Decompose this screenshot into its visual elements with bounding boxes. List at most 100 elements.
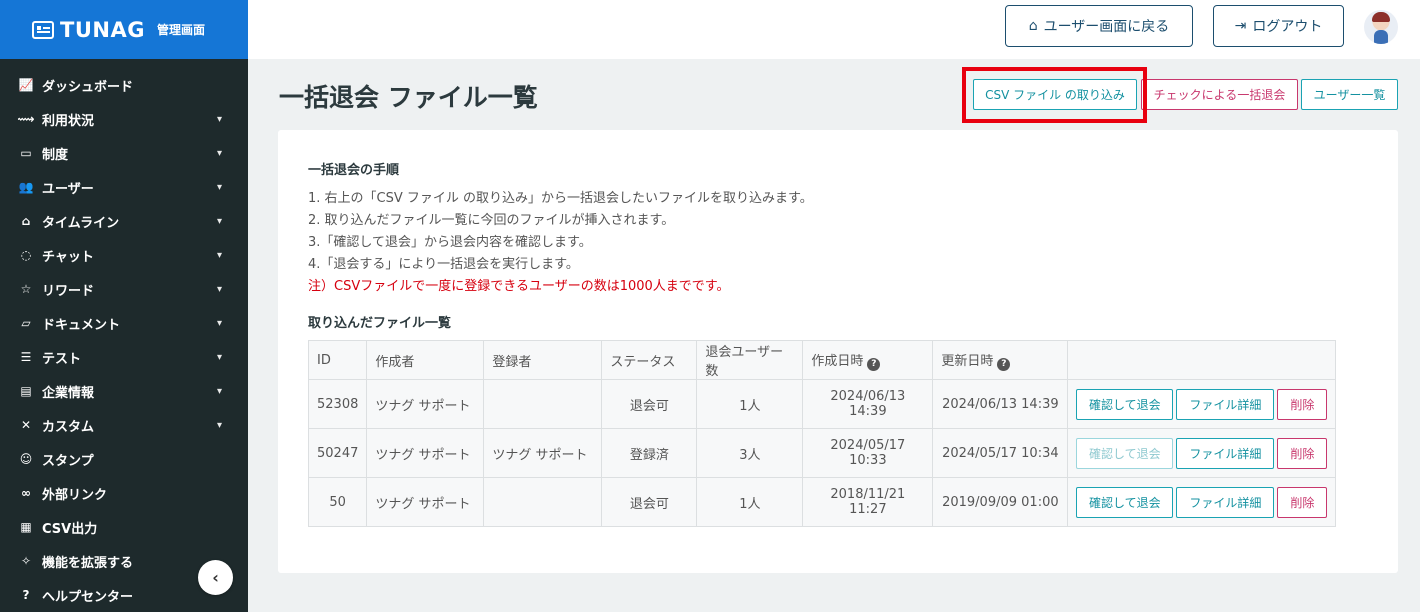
cell-registrant <box>483 477 603 527</box>
collapse-sidebar-button[interactable]: ‹ <box>198 560 233 595</box>
confirm-withdraw-button[interactable]: 確認して退会 <box>1076 486 1174 518</box>
col-creator: 作成者 <box>366 340 485 380</box>
sidebar-item-smile[interactable]: ☺ スタンプ <box>0 442 248 476</box>
bulk-withdraw-by-check-button[interactable]: チェックによる一括退会 <box>1141 79 1298 110</box>
procedure-title: 一括退会の手順 <box>308 163 400 178</box>
tunag-logo-icon <box>32 20 54 39</box>
sidebar-item-chart-line[interactable]: 📈 ダッシュボード <box>0 68 248 102</box>
cell-creator: ツナグ サポート <box>366 379 485 429</box>
pulse-icon: ⟿ <box>17 112 35 126</box>
col-updated: 更新日時? <box>932 340 1069 380</box>
sidebar-item-building[interactable]: ▤ 企業情報 ▾ <box>0 374 248 408</box>
book-icon: ▭ <box>20 146 32 160</box>
logout-label: ログアウト <box>1252 19 1323 35</box>
back-to-user-screen-button[interactable]: ⌂ ユーザー画面に戻る <box>1005 5 1193 47</box>
cell-registrant: ツナグ サポート <box>483 428 603 478</box>
confirm-withdraw-button[interactable]: 確認して退会 <box>1076 388 1174 420</box>
chat-icon: ◌ <box>20 248 32 262</box>
cell-creator: ツナグ サポート <box>366 477 485 527</box>
sidebar-item-folder[interactable]: ▱ ドキュメント ▾ <box>0 306 248 340</box>
sidebar-item-users[interactable]: 👥 ユーザー ▾ <box>0 170 248 204</box>
cell-id: 50 <box>307 477 368 527</box>
cell-updated: 2024/06/13 14:39 <box>932 379 1069 429</box>
col-registrant: 登録者 <box>483 340 603 380</box>
cell-status: 退会可 <box>601 477 698 527</box>
chevron-left-icon: ‹ <box>212 568 219 587</box>
star-icon: ☆ <box>20 282 32 296</box>
chevron-down-icon: ▾ <box>216 181 222 193</box>
sidebar-item-link[interactable]: ∞ 外部リンク <box>0 476 248 510</box>
col-created-label: 作成日時 <box>811 353 864 369</box>
cell-count: 3人 <box>696 428 804 478</box>
question-circle-icon[interactable]: ? <box>997 357 1011 371</box>
brand[interactable]: TUNAG 管理画面 <box>0 0 248 59</box>
question-circle-icon[interactable]: ? <box>867 357 881 371</box>
sidebar-item-tools[interactable]: ✕ カスタム ▾ <box>0 408 248 442</box>
col-updated-label: 更新日時 <box>941 353 994 369</box>
cell-id: 52308 <box>307 379 368 429</box>
user-list-button[interactable]: ユーザー一覧 <box>1301 79 1398 110</box>
cell-status: 登録済 <box>601 428 698 478</box>
smile-icon: ☺ <box>19 452 33 466</box>
sidebar-item-label: リワード <box>42 283 95 299</box>
chevron-down-icon: ▾ <box>216 351 222 363</box>
cell-creator: ツナグ サポート <box>366 428 485 478</box>
table-icon: ▦ <box>20 520 32 534</box>
confirm-withdraw-button[interactable]: 確認して退会 <box>1076 437 1174 469</box>
page-title: 一括退会 ファイル一覧 <box>279 83 538 112</box>
sidebar-item-pulse[interactable]: ⟿ 利用状況 ▾ <box>0 102 248 136</box>
home-icon: ⌂ <box>1028 18 1038 34</box>
table-header-row: ID 作成者 登録者 ステータス 退会ユーザー数 作成日時? 更新日時? <box>307 340 1337 380</box>
procedure-step: 3.「確認して退会」から退会内容を確認します。 <box>308 235 592 250</box>
highlight-box <box>962 67 1147 123</box>
sidebar: TUNAG 管理画面 📈 ダッシュボード ⟿ 利用状況 ▾ ▭ 制度 ▾ 👥 ユーザー ▾ ⌂ タイムラ… <box>0 0 248 612</box>
file-detail-button[interactable]: ファイル詳細 <box>1176 437 1275 469</box>
procedure-warning: 注）CSVファイルで一度に登録できるユーザーの数は1000人までです。 <box>308 279 730 294</box>
chevron-down-icon: ▾ <box>216 215 222 227</box>
cell-actions: 確認して退会 ファイル詳細 削除 <box>1067 379 1337 429</box>
sidebar-item-star[interactable]: ☆ リワード ▾ <box>0 272 248 306</box>
cell-count: 1人 <box>696 477 804 527</box>
chevron-down-icon: ▾ <box>216 283 222 295</box>
logout-button[interactable]: ⇥ ログアウト <box>1213 5 1344 47</box>
table-row: 52308 ツナグ サポート 退会可 1人 2024/06/13 14:39 2024/0… <box>307 379 1337 429</box>
sidebar-item-label: タイムライン <box>42 215 120 231</box>
avatar[interactable] <box>1364 10 1398 44</box>
file-detail-button[interactable]: ファイル詳細 <box>1176 486 1275 518</box>
delete-button[interactable]: 削除 <box>1277 437 1328 469</box>
content-card: 一括退会の手順 1. 右上の「CSV ファイル の取り込み」から一括退会したいフ… <box>278 130 1398 573</box>
help-icon: ? <box>22 588 30 602</box>
cell-updated: 2019/09/09 01:00 <box>932 477 1069 527</box>
sidebar-item-book[interactable]: ▭ 制度 ▾ <box>0 136 248 170</box>
file-detail-button[interactable]: ファイル詳細 <box>1176 388 1275 420</box>
cell-created: 2024/06/13 14:39 <box>802 379 934 429</box>
delete-button[interactable]: 削除 <box>1277 388 1328 420</box>
cell-updated: 2024/05/17 10:34 <box>932 428 1069 478</box>
tools-icon: ✕ <box>20 418 32 432</box>
sidebar-item-label: ダッシュボード <box>42 79 134 95</box>
sidebar-item-label: 外部リンク <box>42 487 108 503</box>
procedure-steps: 1. 右上の「CSV ファイル の取り込み」から一括退会したいファイルを取り込み… <box>308 188 813 298</box>
sidebar-item-list[interactable]: ☰ テスト ▾ <box>0 340 248 374</box>
brand-name: TUNAG <box>60 17 145 42</box>
sparkle-icon: ✧ <box>20 554 32 568</box>
files-table: ID 作成者 登録者 ステータス 退会ユーザー数 作成日時? 更新日時? 523… <box>307 340 1337 527</box>
sidebar-item-chat[interactable]: ◌ チャット ▾ <box>0 238 248 272</box>
chevron-down-icon: ▾ <box>216 317 222 329</box>
procedure-step: 1. 右上の「CSV ファイル の取り込み」から一括退会したいファイルを取り込み… <box>308 191 813 206</box>
sidebar-nav: 📈 ダッシュボード ⟿ 利用状況 ▾ ▭ 制度 ▾ 👥 ユーザー ▾ ⌂ タイムライン ▾ ◌ チャット ▾ ☆ リ… <box>0 59 248 612</box>
sidebar-item-home[interactable]: ⌂ タイムライン ▾ <box>0 204 248 238</box>
sidebar-item-label: CSV出力 <box>42 521 98 537</box>
chevron-down-icon: ▾ <box>216 113 222 125</box>
link-icon: ∞ <box>21 486 31 500</box>
list-icon: ☰ <box>20 350 32 364</box>
building-icon: ▤ <box>20 384 32 398</box>
sidebar-item-label: 利用状況 <box>42 113 95 129</box>
users-icon: 👥 <box>18 180 34 194</box>
col-created: 作成日時? <box>802 340 934 380</box>
sidebar-item-label: スタンプ <box>42 453 94 469</box>
sidebar-item-table[interactable]: ▦ CSV出力 <box>0 510 248 544</box>
cell-actions: 確認して退会 ファイル詳細 削除 <box>1067 428 1337 478</box>
delete-button[interactable]: 削除 <box>1277 486 1328 518</box>
col-count: 退会ユーザー数 <box>696 340 804 380</box>
